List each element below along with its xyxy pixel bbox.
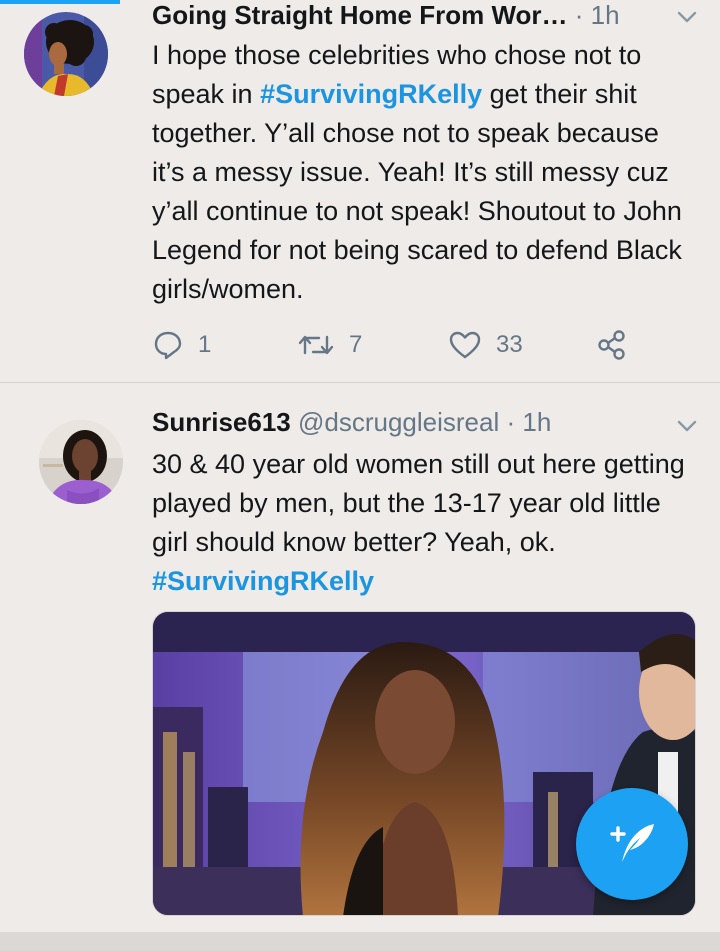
tweet-card[interactable]: Going Straight Home From Wor… · 1h I hop… [0,0,720,382]
avatar[interactable] [39,420,123,504]
tweet-text-part: 30 & 40 year old women still out here ge… [152,449,685,557]
chevron-down-icon[interactable] [676,415,698,437]
like-count: 33 [496,331,523,358]
retweet-count: 7 [349,331,363,358]
tweet-header: Going Straight Home From Wor… · 1h [152,0,620,30]
timestamp[interactable]: · 1h [506,407,551,437]
tweet-header: Sunrise613 @dscruggleisreal · 1h [152,407,551,437]
share-button[interactable] [595,325,629,365]
hashtag-link[interactable]: #SurvivingRKelly [152,566,374,596]
reply-count: 1 [198,331,212,358]
display-name[interactable]: Sunrise613 [152,407,291,437]
share-icon [595,328,629,362]
heart-icon [448,329,482,361]
tweet-text: I hope those celebrities who chose not t… [152,36,697,309]
retweet-icon [297,329,335,361]
display-name[interactable]: Going Straight Home From Wor… [152,0,568,30]
timestamp[interactable]: · 1h [575,0,620,30]
bottom-navigation-edge [0,932,720,951]
chevron-down-icon[interactable] [676,6,698,28]
like-button[interactable]: 33 [448,325,523,365]
hashtag-link[interactable]: #SurvivingRKelly [260,79,482,109]
user-handle[interactable]: @dscruggleisreal [298,407,499,437]
reply-icon [152,329,184,361]
compose-tweet-icon [604,814,660,875]
avatar[interactable] [24,12,108,96]
tweet-text: 30 & 40 year old women still out here ge… [152,445,697,601]
tweet-actions: 1 7 33 [152,325,652,365]
tweet-text-part: get their shit together. Y’all chose not… [152,79,682,304]
retweet-button[interactable]: 7 [297,325,362,365]
reply-button[interactable]: 1 [152,325,211,365]
compose-tweet-button[interactable] [576,788,688,900]
